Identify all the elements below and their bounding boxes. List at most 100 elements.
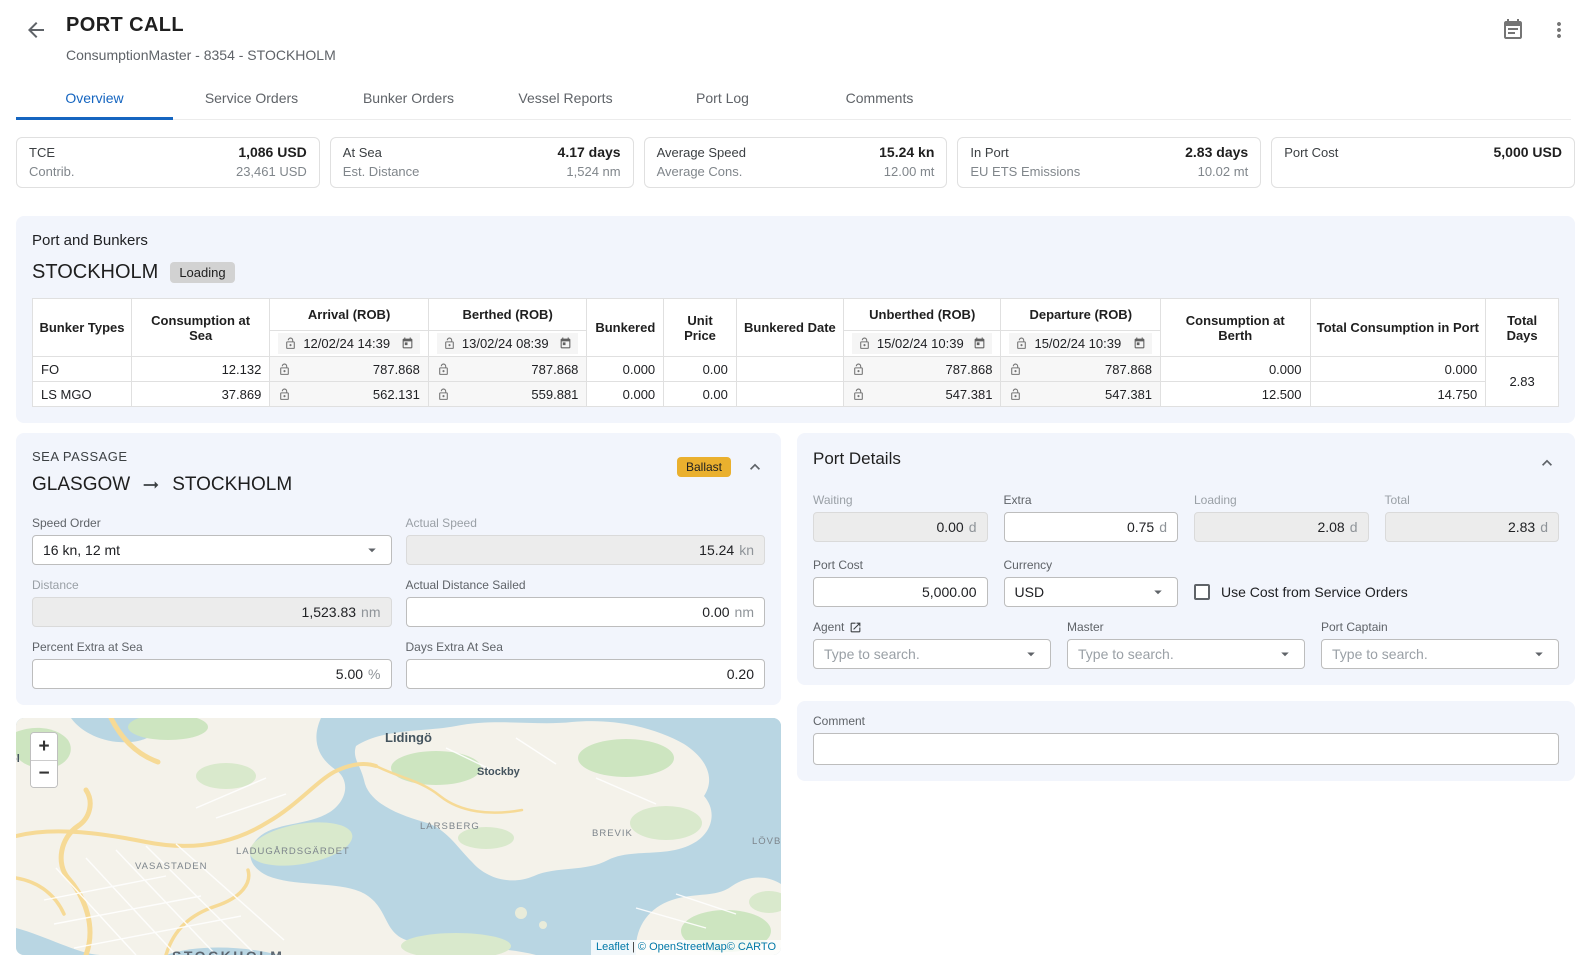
lock-open-icon[interactable] — [1009, 388, 1022, 401]
tab-bunker-orders[interactable]: Bunker Orders — [330, 79, 487, 119]
lock-open-icon[interactable] — [278, 388, 291, 401]
master-search-input[interactable] — [1078, 646, 1276, 662]
kpi-card-tce: TCE1,086 USD Contrib.23,461 USD — [16, 137, 320, 188]
field-label: Agent — [813, 620, 1051, 634]
osm-link[interactable]: © OpenStreetMap — [638, 941, 727, 953]
bunkered-date[interactable] — [736, 357, 843, 382]
unit-price[interactable]: 0.00 — [664, 357, 737, 382]
lock-open-icon[interactable] — [852, 363, 865, 376]
unberthed-rob[interactable]: 547.381 — [869, 387, 993, 402]
kpi-sub-label: Contrib. — [29, 162, 75, 181]
bunkered-date[interactable] — [736, 382, 843, 407]
calendar-icon[interactable] — [1133, 337, 1146, 350]
arrival-rob[interactable]: 787.868 — [295, 362, 420, 377]
field-label: Actual Distance Sailed — [406, 578, 766, 592]
berthed-datetime-picker[interactable]: 13/02/24 08:39 — [437, 333, 579, 354]
agent-search-select[interactable] — [813, 639, 1051, 669]
field-label: Master — [1067, 620, 1305, 634]
master-field: Master — [1067, 620, 1305, 669]
calendar-icon[interactable] — [559, 337, 572, 350]
table-header-row: Bunker Types Consumption at Sea Arrival … — [33, 299, 1559, 331]
chevron-down-icon — [1276, 645, 1294, 663]
departure-datetime-picker[interactable]: 15/02/24 10:39 — [1009, 333, 1152, 354]
arrival-datetime-picker[interactable]: 12/02/24 14:39 — [278, 333, 420, 354]
berthed-rob[interactable]: 787.868 — [454, 362, 579, 377]
consumption-at-berth[interactable]: 0.000 — [1161, 357, 1310, 382]
port-captain-search-select[interactable] — [1321, 639, 1559, 669]
calendar-button[interactable] — [1501, 18, 1525, 42]
col-departure-rob: Departure (ROB) — [1001, 299, 1161, 331]
speed-order-select[interactable]: 16 kn, 12 mt — [32, 535, 392, 565]
app-header: PORT CALL ConsumptionMaster - 8354 - STO… — [0, 0, 1591, 120]
lock-open-icon[interactable] — [278, 363, 291, 376]
actual-distance-sailed-input[interactable]: 0.00 nm — [406, 597, 766, 627]
field-unit: d — [1540, 519, 1548, 535]
collapse-chevron-icon[interactable] — [1537, 453, 1557, 473]
checkbox-unchecked[interactable] — [1194, 584, 1210, 600]
map-attribution: Leaflet|© OpenStreetMap© CARTO — [591, 940, 781, 955]
arrival-rob[interactable]: 562.131 — [295, 387, 420, 402]
comment-input[interactable] — [813, 733, 1559, 765]
kpi-sub-value: 12.00 mt — [884, 162, 935, 181]
lock-open-icon[interactable] — [1009, 363, 1022, 376]
chevron-down-icon — [363, 541, 381, 559]
bunkered[interactable]: 0.000 — [587, 357, 664, 382]
tab-comments[interactable]: Comments — [801, 79, 958, 119]
lock-open-icon[interactable] — [852, 388, 865, 401]
chevron-down-icon — [1022, 645, 1040, 663]
open-in-new-icon[interactable] — [849, 621, 862, 634]
field-unit: d — [1159, 519, 1167, 535]
lock-open-icon[interactable] — [437, 388, 450, 401]
unberthed-rob[interactable]: 787.868 — [869, 362, 993, 377]
carto-link[interactable]: © CARTO — [727, 941, 776, 953]
distance-field: Distance 1,523.83 nm — [32, 578, 392, 627]
chevron-down-icon — [1149, 583, 1167, 601]
sea-passage-label: SEA PASSAGE — [32, 449, 765, 464]
zoom-out-button[interactable]: − — [31, 760, 57, 787]
berthed-rob[interactable]: 559.881 — [454, 387, 579, 402]
unberthed-datetime-picker[interactable]: 15/02/24 10:39 — [852, 333, 993, 354]
consumption-at-berth[interactable]: 12.500 — [1161, 382, 1310, 407]
left-column: SEA PASSAGE GLASGOW STOCKHOLM Ballast Sp… — [16, 433, 781, 955]
section-title: Port and Bunkers — [32, 232, 1559, 249]
lock-open-icon[interactable] — [437, 363, 450, 376]
total-days-value: 2.83 — [1486, 357, 1559, 407]
port-details-title: Port Details — [813, 449, 1559, 469]
back-button[interactable] — [24, 18, 48, 42]
currency-select[interactable]: USD — [1004, 577, 1179, 607]
unberthed-datetime: 15/02/24 10:39 — [877, 336, 968, 351]
more-options-button[interactable] — [1547, 18, 1571, 42]
consumption-at-sea[interactable]: 37.869 — [131, 382, 269, 407]
tab-service-orders[interactable]: Service Orders — [173, 79, 330, 119]
route-map[interactable]: Lidingö Stockby LARSBERG BREVIK LÖVBER L… — [16, 718, 781, 955]
selected-value: 16 kn, 12 mt — [43, 542, 363, 558]
departure-rob[interactable]: 787.868 — [1026, 362, 1152, 377]
zoom-in-button[interactable]: + — [31, 733, 57, 760]
consumption-at-sea[interactable]: 12.132 — [131, 357, 269, 382]
calendar-icon[interactable] — [401, 337, 414, 350]
days-extra-at-sea-input[interactable]: 0.20 — [406, 659, 766, 689]
tab-vessel-reports[interactable]: Vessel Reports — [487, 79, 644, 119]
kpi-sub-label: EU ETS Emissions — [970, 162, 1080, 181]
field-label: Distance — [32, 578, 392, 592]
tab-port-log[interactable]: Port Log — [644, 79, 801, 119]
use-cost-from-service-orders[interactable]: Use Cost from Service Orders — [1194, 584, 1559, 600]
bunkered[interactable]: 0.000 — [587, 382, 664, 407]
field-value: 0.75 — [1127, 519, 1154, 535]
port-captain-search-input[interactable] — [1332, 646, 1530, 662]
page-title: PORT CALL — [66, 14, 1501, 37]
field-label: Port Cost — [813, 558, 988, 572]
port-cost-input[interactable]: 5,000.00 — [813, 577, 988, 607]
days-extra-at-sea-field: Days Extra At Sea 0.20 — [406, 640, 766, 689]
unit-price[interactable]: 0.00 — [664, 382, 737, 407]
percent-extra-at-sea-input[interactable]: 5.00 % — [32, 659, 392, 689]
departure-rob[interactable]: 547.381 — [1026, 387, 1152, 402]
collapse-chevron-icon[interactable] — [745, 457, 765, 477]
extra-input[interactable]: 0.75 d — [1004, 512, 1179, 542]
leaflet-link[interactable]: Leaflet — [596, 941, 629, 953]
agent-search-input[interactable] — [824, 646, 1022, 662]
tab-overview[interactable]: Overview — [16, 79, 173, 119]
master-search-select[interactable] — [1067, 639, 1305, 669]
field-value: 0.00 — [702, 604, 729, 620]
calendar-icon[interactable] — [973, 337, 986, 350]
